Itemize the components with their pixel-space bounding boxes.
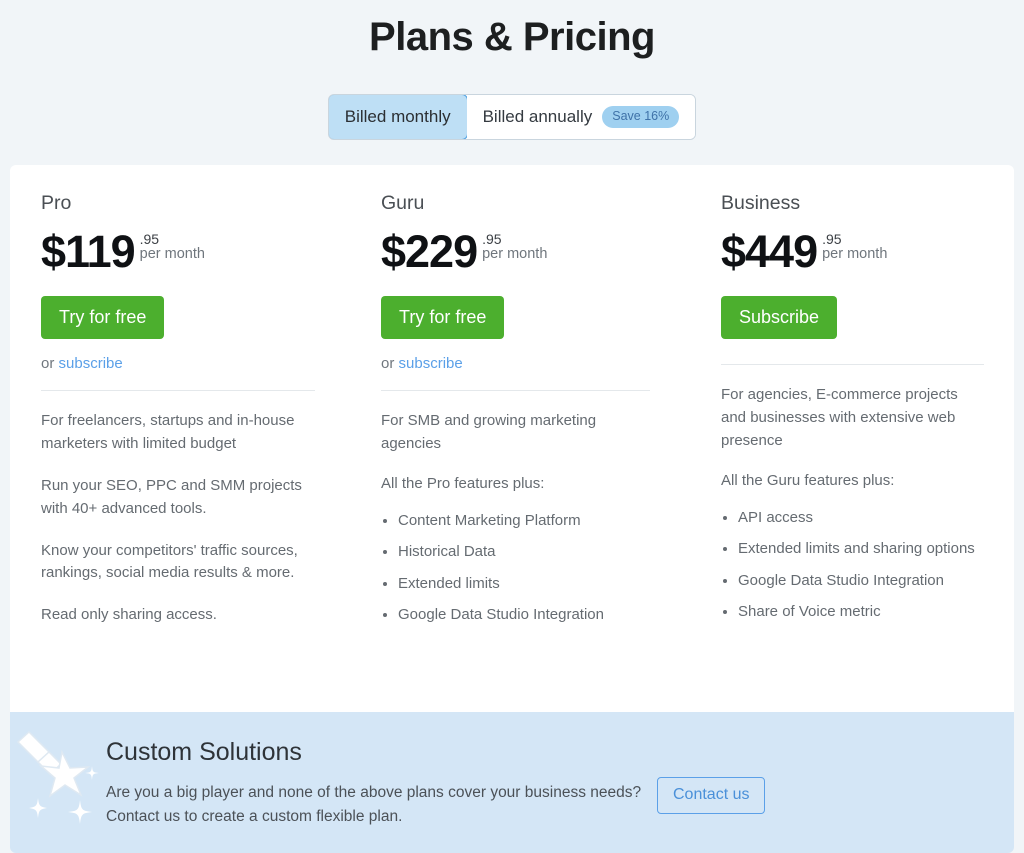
custom-solutions-body: Custom Solutions Are you a big player an…: [106, 737, 666, 829]
page-title: Plans & Pricing: [369, 15, 655, 59]
subscribe-prefix-pro: or: [41, 355, 59, 373]
toggle-option-monthly[interactable]: Billed monthly: [328, 95, 468, 139]
subscribe-button-business[interactable]: Subscribe: [721, 296, 838, 340]
plan-columns: Pro $119 .95 per month Try for free or s…: [10, 165, 1014, 712]
plan-desc-pro-3: Know your competitors' traffic sources, …: [41, 541, 298, 582]
plan-price-business: $449 .95 per month: [721, 229, 984, 274]
custom-solutions-banner: Custom Solutions Are you a big player an…: [10, 712, 1014, 853]
custom-solutions-title: Custom Solutions: [106, 738, 302, 766]
plan-price-amount-guru: $229: [381, 226, 478, 278]
toggle-option-monthly-label: Billed monthly: [344, 107, 451, 126]
toggle-option-annually-label: Billed annually: [482, 107, 593, 126]
plan-price-amount-pro: $119: [41, 226, 136, 278]
plan-price-cents-business: .95: [822, 231, 842, 248]
plan-price-side-guru: .95 per month: [482, 229, 547, 263]
contact-us-button[interactable]: Contact us: [657, 777, 766, 814]
divider-pro: [41, 390, 315, 392]
plan-features-intro-business: All the Guru features plus:: [721, 471, 895, 489]
save-badge: Save 16%: [602, 106, 680, 128]
plan-price-side-business: .95 per month: [822, 229, 887, 263]
feature-item: Extended limits: [381, 573, 650, 596]
plan-name-business: Business: [721, 192, 801, 214]
plan-column-business: Business $449 .95 per month Subscribe Fo…: [680, 165, 1014, 712]
subscribe-prefix-guru: or: [381, 355, 399, 373]
plan-price-cents-pro: .95: [139, 231, 160, 248]
feature-item: Content Marketing Platform: [381, 510, 650, 533]
plan-price-pro: $119 .95 per month: [41, 229, 315, 274]
feature-item: API access: [721, 507, 984, 530]
plan-features-business: API access Extended limits and sharing o…: [721, 507, 984, 624]
plan-name-pro: Pro: [41, 192, 72, 214]
billing-toggle-wrapper: Billed monthly Billed annually Save 16%: [0, 94, 1024, 140]
plan-desc-business-1: For agencies, E-commerce projects and bu…: [721, 386, 958, 449]
plan-desc-pro-2: Run your SEO, PPC and SMM projects with …: [41, 476, 302, 517]
subscribe-line-guru: or subscribe: [381, 355, 650, 372]
subscribe-line-pro: or subscribe: [41, 355, 315, 372]
feature-item: Share of Voice metric: [721, 601, 984, 624]
subscribe-link-guru[interactable]: subscribe: [399, 355, 463, 372]
subscribe-link-pro[interactable]: subscribe: [59, 355, 123, 372]
toggle-option-annually[interactable]: Billed annually Save 16%: [466, 95, 696, 139]
try-for-free-button-guru[interactable]: Try for free: [381, 296, 505, 340]
feature-item: Google Data Studio Integration: [721, 570, 984, 593]
plan-features-intro-guru: All the Pro features plus:: [381, 474, 545, 492]
plan-price-cents-guru: .95: [482, 231, 502, 248]
divider-business: [721, 364, 984, 366]
plan-column-guru: Guru $229 .95 per month Try for free or …: [345, 165, 680, 712]
plan-price-amount-business: $449: [721, 226, 818, 278]
plan-desc-guru-1: For SMB and growing marketing agencies: [381, 412, 597, 453]
plan-desc-pro-4: Read only sharing access.: [41, 606, 217, 624]
magic-wand-icon: [16, 730, 112, 840]
custom-solutions-text: Are you a big player and none of the abo…: [106, 784, 642, 826]
plan-price-guru: $229 .95 per month: [381, 229, 650, 274]
divider-guru: [381, 390, 650, 392]
plan-price-period-business: per month: [822, 246, 888, 263]
feature-item: Google Data Studio Integration: [381, 604, 650, 627]
plan-price-period-pro: per month: [139, 246, 205, 263]
plans-card: Pro $119 .95 per month Try for free or s…: [10, 165, 1014, 824]
plan-features-guru: Content Marketing Platform Historical Da…: [381, 510, 650, 627]
feature-item: Historical Data: [381, 541, 650, 564]
plan-column-pro: Pro $119 .95 per month Try for free or s…: [10, 165, 345, 712]
try-for-free-button-pro[interactable]: Try for free: [41, 296, 165, 340]
plan-price-period-guru: per month: [482, 246, 548, 263]
plan-desc-pro-1: For freelancers, startups and in-house m…: [41, 412, 295, 453]
billing-toggle[interactable]: Billed monthly Billed annually Save 16%: [327, 94, 697, 140]
plan-price-side-pro: .95 per month: [140, 229, 205, 263]
feature-item: Extended limits and sharing options: [721, 538, 984, 561]
plan-name-guru: Guru: [381, 192, 425, 214]
